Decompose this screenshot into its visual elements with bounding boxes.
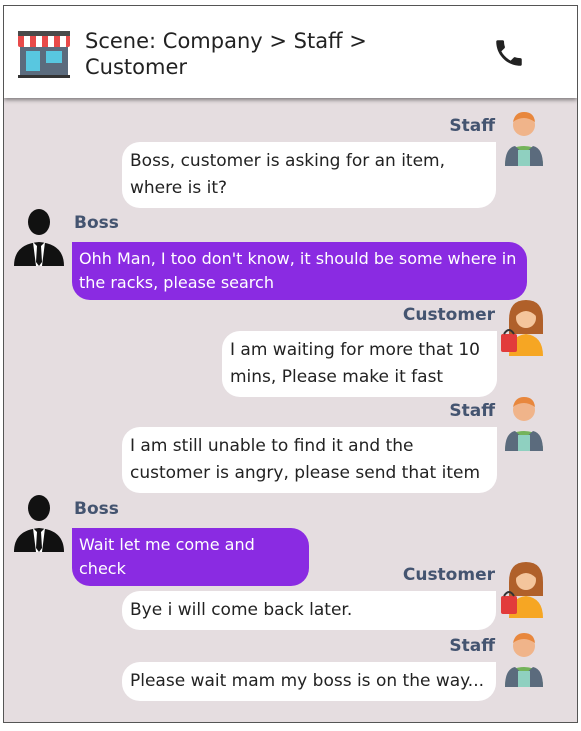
sender-name: Staff xyxy=(449,116,495,136)
message-list: Staff Boss, customer is asking for an it… xyxy=(4,98,577,722)
store-icon xyxy=(18,31,70,78)
message-bubble: Please wait mam my boss is on the way... xyxy=(122,662,496,701)
chat-header: Scene: Company > Staff > Customer xyxy=(4,6,577,98)
message-bubble: Bye i will come back later. xyxy=(122,591,496,630)
sender-name: Staff xyxy=(449,401,495,421)
message-bubble: Wait let me come and check xyxy=(72,528,309,586)
sender-name: Boss xyxy=(74,499,119,519)
boss-avatar xyxy=(14,495,64,552)
phone-icon[interactable] xyxy=(492,36,526,70)
chat-window: Scene: Company > Staff > Customer Staff … xyxy=(3,5,578,723)
staff-avatar xyxy=(505,112,543,166)
sender-name: Boss xyxy=(74,213,119,233)
sender-name: Staff xyxy=(449,636,495,656)
sender-name: Customer xyxy=(402,305,495,325)
customer-avatar xyxy=(501,300,543,356)
staff-avatar xyxy=(505,397,543,451)
message-bubble: I am still unable to find it and the cus… xyxy=(122,427,497,493)
boss-avatar xyxy=(14,209,64,266)
message-bubble: Ohh Man, I too don't know, it should be … xyxy=(72,242,527,300)
title-line-2: Customer xyxy=(85,55,188,79)
page-title: Scene: Company > Staff > Customer xyxy=(85,28,367,80)
customer-avatar xyxy=(501,562,543,618)
title-line-1: Scene: Company > Staff > xyxy=(85,29,367,53)
message-bubble: Boss, customer is asking for an item, wh… xyxy=(122,142,496,208)
message-bubble: I am waiting for more that 10 mins, Plea… xyxy=(222,331,497,397)
staff-avatar xyxy=(505,633,543,687)
sender-name: Customer xyxy=(402,565,495,585)
